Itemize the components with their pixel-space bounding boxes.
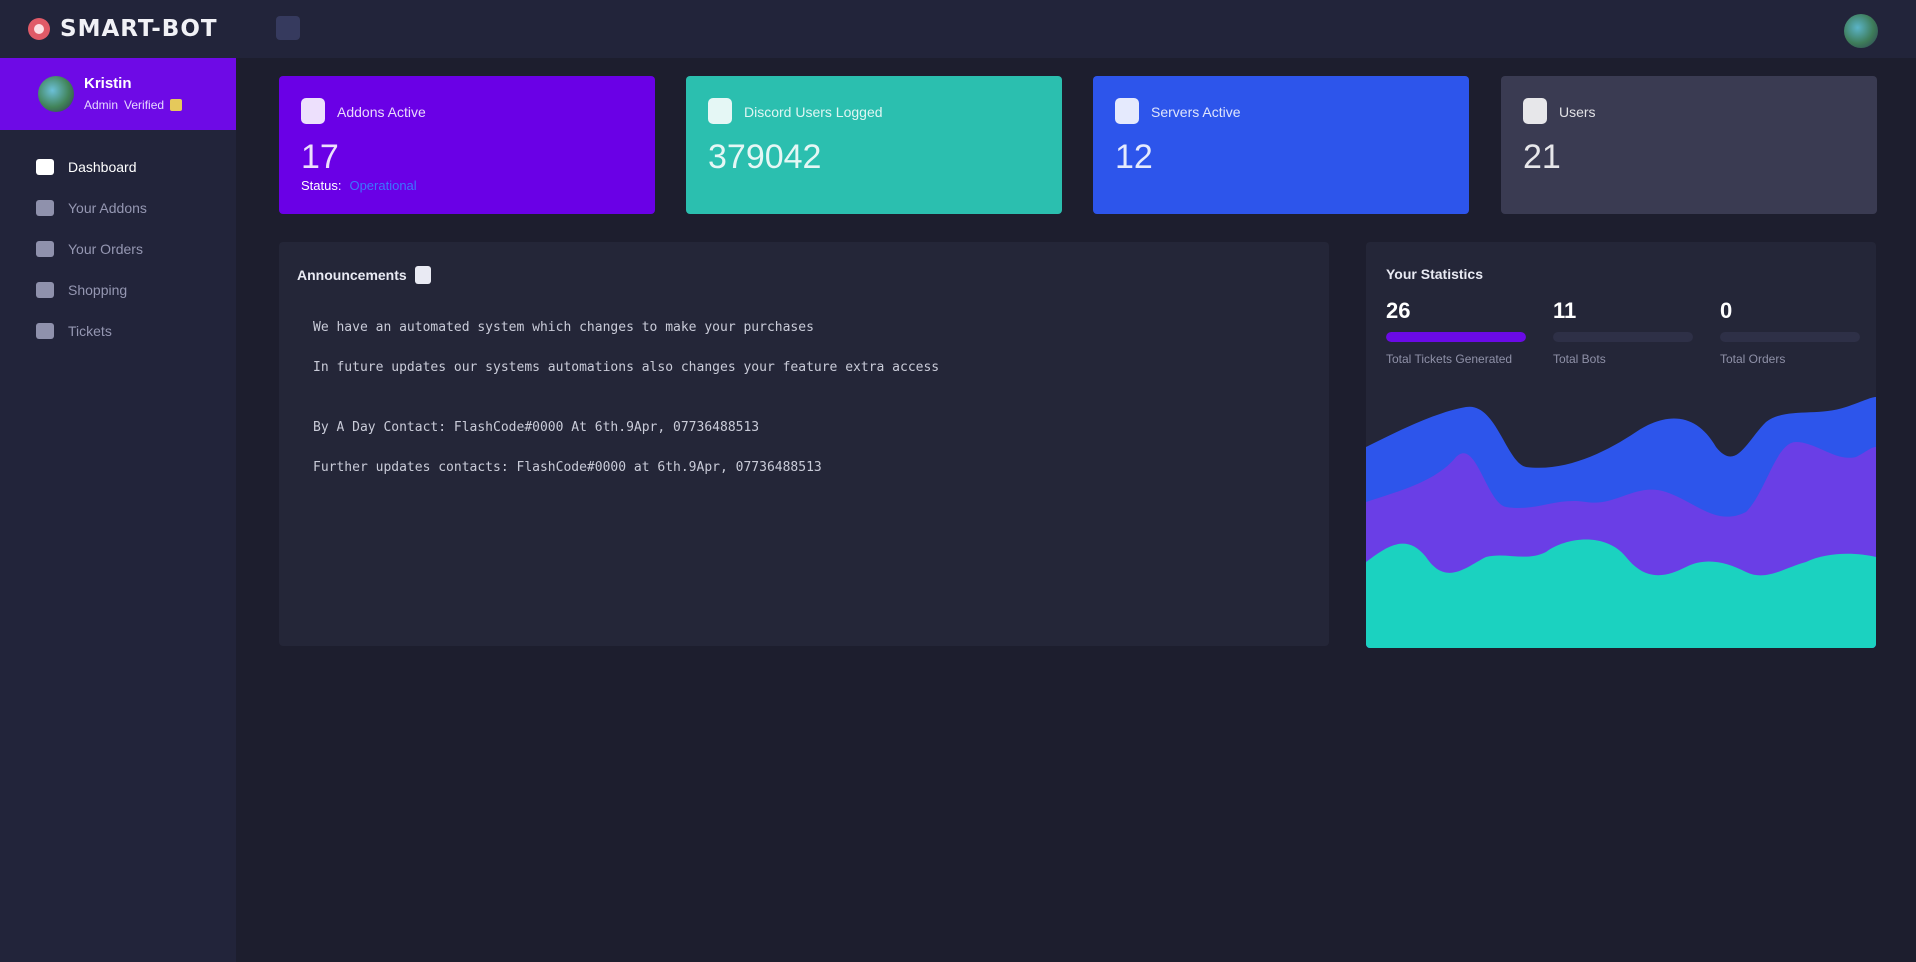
status-label: Status: xyxy=(301,178,342,193)
card-label: Users xyxy=(1559,104,1596,120)
card-value: 379042 xyxy=(708,138,822,176)
sidebar-item-orders[interactable]: Your Orders xyxy=(0,228,236,269)
status-link[interactable]: Operational xyxy=(349,178,416,193)
sidebar-nav: Dashboard Your Addons Your Orders Shoppi… xyxy=(0,146,236,351)
sidebar-item-label: Your Orders xyxy=(68,240,143,257)
servers-active-card: Servers Active 12 xyxy=(1093,76,1469,214)
user-meta: Admin Verified xyxy=(84,98,183,112)
user-status: Verified xyxy=(124,98,165,112)
announcement-line: In future updates our systems automation… xyxy=(313,360,940,375)
user-avatar-icon[interactable] xyxy=(1844,14,1878,48)
announcement-line: By A Day Contact: FlashCode#0000 At 6th.… xyxy=(313,420,760,435)
user-icon xyxy=(1523,98,1547,124)
card-value: 17 xyxy=(301,138,339,176)
sidebar-item-label: Shopping xyxy=(68,281,128,298)
statistics-panel: Your Statistics 26 Total Tickets Generat… xyxy=(1366,242,1876,648)
announcement-line: We have an automated system which change… xyxy=(313,320,814,335)
card-value: 12 xyxy=(1115,138,1153,176)
addons-active-card: Addons Active 17 Status: Operational xyxy=(279,76,655,214)
announcements-panel: Announcements We have an automated syste… xyxy=(279,242,1329,646)
stat-progress-track xyxy=(1386,332,1526,342)
addon-icon xyxy=(301,98,325,124)
sidebar-item-label: Your Addons xyxy=(68,199,147,216)
discord-users-card: Discord Users Logged 379042 xyxy=(686,76,1062,214)
announcement-line: Further updates contacts: FlashCode#0000… xyxy=(313,460,822,475)
stat-bots: 11 Total Bots xyxy=(1553,298,1693,366)
announcements-title: Announcements xyxy=(297,266,431,284)
bag-icon xyxy=(36,281,54,298)
avatar xyxy=(38,76,74,112)
users-card: Users 21 xyxy=(1501,76,1877,214)
cart-icon xyxy=(36,240,54,257)
stat-value: 11 xyxy=(1553,298,1577,323)
announcements-heading: Announcements xyxy=(297,267,407,283)
sidebar-item-addons[interactable]: Your Addons xyxy=(0,187,236,228)
stat-orders: 0 Total Orders xyxy=(1720,298,1860,366)
stat-value: 0 xyxy=(1720,298,1733,323)
server-icon xyxy=(1115,98,1139,124)
card-value: 21 xyxy=(1523,138,1561,176)
sidebar-item-label: Dashboard xyxy=(68,158,137,175)
stat-progress-fill xyxy=(1386,332,1526,342)
megaphone-icon xyxy=(414,266,431,284)
card-status: Status: Operational xyxy=(301,178,417,193)
user-name: Kristin xyxy=(84,75,132,92)
stat-caption: Total Tickets Generated xyxy=(1386,352,1513,366)
sidebar-item-label: Tickets xyxy=(68,322,112,339)
sidebar: Kristin Admin Verified Dashboard Your Ad… xyxy=(0,58,236,962)
discord-icon xyxy=(708,98,732,124)
stat-progress-track xyxy=(1553,332,1693,342)
sidebar-item-tickets[interactable]: Tickets xyxy=(0,310,236,351)
user-panel[interactable]: Kristin Admin Verified xyxy=(0,58,236,130)
top-bar: SMART-BOT xyxy=(0,0,1916,58)
badge-icon xyxy=(170,99,183,111)
statistics-wave-chart xyxy=(1366,397,1876,648)
brand[interactable]: SMART-BOT xyxy=(28,14,218,44)
stat-value: 26 xyxy=(1386,298,1411,323)
puzzle-icon xyxy=(36,199,54,216)
ticket-icon xyxy=(36,322,54,339)
card-label: Addons Active xyxy=(337,104,426,120)
brand-logo-icon xyxy=(28,18,50,40)
stat-tickets: 26 Total Tickets Generated xyxy=(1386,298,1526,366)
card-label: Discord Users Logged xyxy=(744,104,883,120)
stat-caption: Total Orders xyxy=(1720,352,1786,366)
statistics-title: Your Statistics xyxy=(1386,266,1483,282)
user-role: Admin xyxy=(84,98,119,112)
stat-caption: Total Bots xyxy=(1553,352,1606,366)
stat-progress-track xyxy=(1720,332,1860,342)
sidebar-item-shopping[interactable]: Shopping xyxy=(0,269,236,310)
brand-name: SMART-BOT xyxy=(60,16,218,42)
hamburger-icon[interactable] xyxy=(276,16,300,40)
home-icon xyxy=(36,158,54,175)
card-label: Servers Active xyxy=(1151,104,1241,120)
sidebar-item-dashboard[interactable]: Dashboard xyxy=(0,146,236,187)
